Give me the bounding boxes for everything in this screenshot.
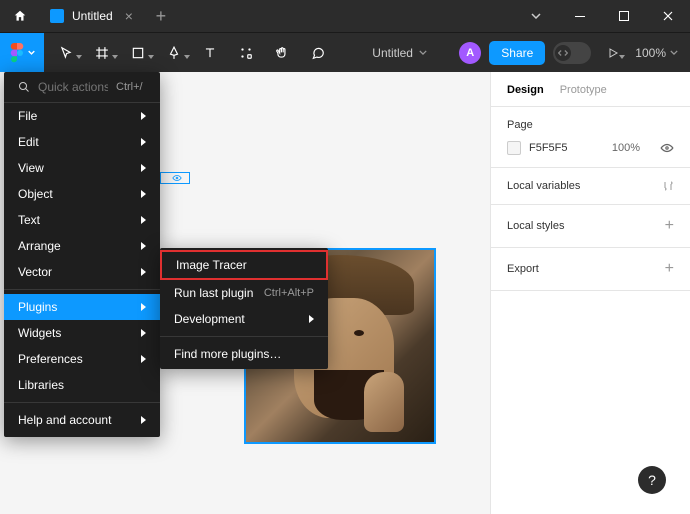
search-icon	[18, 81, 30, 93]
zoom-value: 100%	[635, 46, 666, 60]
chevron-right-icon	[309, 315, 314, 323]
menu-file[interactable]: File	[4, 103, 160, 129]
properties-panel: Design Prototype Page F5F5F5 100% Local …	[490, 72, 690, 514]
chevron-right-icon	[141, 355, 146, 363]
move-tool[interactable]	[48, 33, 84, 73]
submenu-run-last-plugin[interactable]: Run last pluginCtrl+Alt+P	[160, 280, 328, 306]
tab-title: Untitled	[72, 9, 113, 23]
chevron-right-icon	[141, 138, 146, 146]
chevron-down-icon	[419, 50, 427, 55]
panel-tabs: Design Prototype	[491, 72, 690, 107]
figma-file-icon	[50, 9, 64, 23]
menu-separator	[4, 289, 160, 290]
menu-object[interactable]: Object	[4, 181, 160, 207]
chevron-right-icon	[141, 242, 146, 250]
quick-actions-input[interactable]	[38, 80, 108, 94]
run-last-shortcut: Ctrl+Alt+P	[264, 287, 314, 299]
main-menu-button[interactable]	[0, 33, 44, 73]
menu-arrange[interactable]: Arrange	[4, 233, 160, 259]
local-styles-row[interactable]: Local styles +	[491, 205, 690, 248]
present-button[interactable]	[599, 33, 627, 73]
submenu-development[interactable]: Development	[160, 306, 328, 332]
submenu-separator	[160, 336, 328, 337]
main-menu: Ctrl+/ File Edit View Object Text Arrang…	[4, 72, 160, 437]
chevron-right-icon	[141, 268, 146, 276]
submenu-find-more-plugins[interactable]: Find more plugins…	[160, 341, 328, 367]
document-title[interactable]: Untitled	[340, 46, 459, 60]
chevron-down-icon	[670, 50, 678, 55]
chevron-right-icon	[141, 303, 146, 311]
chevron-right-icon	[141, 216, 146, 224]
close-tab-button[interactable]: ×	[125, 8, 133, 24]
dev-mode-toggle[interactable]	[553, 42, 591, 64]
text-tool[interactable]	[192, 33, 228, 73]
tab-prototype[interactable]: Prototype	[560, 84, 607, 96]
chevron-right-icon	[141, 190, 146, 198]
minimize-button[interactable]	[558, 0, 602, 32]
frame-tool[interactable]	[84, 33, 120, 73]
chevron-right-icon	[141, 164, 146, 172]
settings-icon[interactable]	[662, 180, 674, 192]
local-variables-label: Local variables	[507, 180, 580, 192]
menu-edit[interactable]: Edit	[4, 129, 160, 155]
menu-separator	[4, 402, 160, 403]
pen-tool[interactable]	[156, 33, 192, 73]
user-avatar[interactable]: A	[459, 42, 481, 64]
shape-tool[interactable]	[120, 33, 156, 73]
export-row[interactable]: Export +	[491, 248, 690, 291]
plugins-submenu: Image Tracer Run last pluginCtrl+Alt+P D…	[160, 248, 328, 369]
eye-icon[interactable]	[660, 143, 674, 153]
toolbar: Untitled A Share 100%	[0, 32, 690, 72]
menu-text[interactable]: Text	[4, 207, 160, 233]
window-controls	[514, 0, 690, 32]
menu-help[interactable]: Help and account	[4, 407, 160, 433]
share-button[interactable]: Share	[489, 41, 545, 65]
doc-title-text: Untitled	[372, 46, 413, 60]
page-section-title: Page	[507, 119, 674, 131]
code-icon	[558, 49, 568, 57]
quick-actions-shortcut: Ctrl+/	[116, 81, 143, 93]
home-button[interactable]	[0, 0, 40, 32]
new-tab-button[interactable]: +	[143, 0, 179, 32]
submenu-image-tracer[interactable]: Image Tracer	[160, 250, 328, 280]
titlebar: Untitled × +	[0, 0, 690, 32]
page-color-swatch[interactable]	[507, 141, 521, 155]
tab-design[interactable]: Design	[507, 84, 544, 96]
menu-vector[interactable]: Vector	[4, 259, 160, 285]
chevron-down-icon	[28, 50, 35, 55]
zoom-control[interactable]: 100%	[635, 46, 678, 60]
help-button[interactable]: ?	[638, 466, 666, 494]
resources-tool[interactable]	[228, 33, 264, 73]
local-styles-label: Local styles	[507, 220, 564, 232]
menu-view[interactable]: View	[4, 155, 160, 181]
home-icon	[13, 9, 27, 23]
page-section: Page F5F5F5 100%	[491, 107, 690, 168]
hand-tool[interactable]	[264, 33, 300, 73]
comment-tool[interactable]	[300, 33, 336, 73]
local-variables-row[interactable]: Local variables	[491, 168, 690, 205]
figma-logo-icon	[10, 43, 24, 63]
eye-icon	[172, 174, 182, 182]
menu-libraries[interactable]: Libraries	[4, 372, 160, 398]
chevron-right-icon	[141, 416, 146, 424]
menu-preferences[interactable]: Preferences	[4, 346, 160, 372]
export-label: Export	[507, 263, 539, 275]
page-opacity-value[interactable]: 100%	[612, 142, 640, 154]
add-export-button[interactable]: +	[665, 260, 674, 278]
menu-widgets[interactable]: Widgets	[4, 320, 160, 346]
chevron-right-icon	[141, 112, 146, 120]
add-style-button[interactable]: +	[665, 217, 674, 235]
menu-plugins[interactable]: Plugins	[4, 294, 160, 320]
quick-actions[interactable]: Ctrl+/	[4, 72, 160, 103]
chevron-down-icon[interactable]	[514, 0, 558, 32]
chevron-right-icon	[141, 329, 146, 337]
maximize-button[interactable]	[602, 0, 646, 32]
frame-indicator[interactable]	[160, 172, 190, 184]
document-tab[interactable]: Untitled ×	[40, 0, 143, 32]
close-window-button[interactable]	[646, 0, 690, 32]
tool-group	[44, 33, 340, 73]
page-color-value[interactable]: F5F5F5	[529, 142, 604, 154]
right-toolbar: A Share 100%	[459, 33, 690, 73]
